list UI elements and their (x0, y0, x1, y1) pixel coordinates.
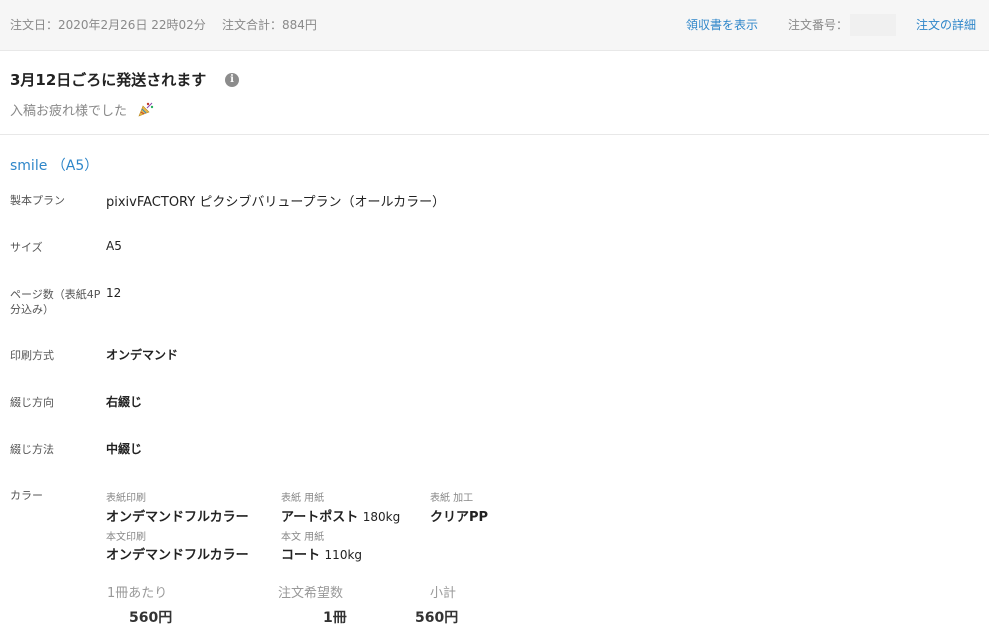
cover-paper-weight: 180kg (362, 510, 401, 524)
body-paper-weight: 110kg (324, 548, 363, 562)
cover-finish-label: 表紙 加工 (430, 493, 474, 504)
subtotal-value: 560円 (415, 610, 459, 626)
order-number-value (850, 14, 896, 36)
spec-label-print-method: 印刷方式 (10, 349, 54, 362)
info-icon[interactable]: i (225, 73, 239, 87)
cover-finish-value: クリアPP (430, 510, 489, 525)
body-print-label: 本文印刷 (106, 532, 146, 543)
quantity-label: 注文希望数 (278, 586, 344, 601)
spec-label-binding-direction: 綴じ方向 (10, 396, 54, 409)
spec-label-color: カラー (10, 489, 43, 502)
body-paper-name: コート (281, 548, 321, 563)
spec-label-binding-method: 綴じ方法 (10, 443, 54, 456)
order-date: 注文日：2020年2月26日 22時02分 (10, 18, 206, 32)
thanks-note: 入稿お疲れ様でした (10, 104, 128, 119)
cover-paper-value: アートポスト 180kg (281, 506, 400, 525)
spec-value-binding-method: 中綴じ (106, 442, 143, 456)
unit-price-value: 560円 (129, 610, 173, 626)
party-popper-icon (138, 102, 154, 117)
item-title-link[interactable]: smile （A5） (10, 155, 98, 175)
unit-price-label: 1冊あたり (107, 586, 168, 601)
spec-value-page-count: 12 (106, 286, 122, 300)
spec-label-size: サイズ (10, 241, 43, 254)
cover-paper-name: アートポスト (281, 510, 359, 525)
shipping-message: 3月12日ごろに発送されます (10, 71, 207, 89)
spec-value-size: A5 (106, 239, 122, 253)
receipt-link[interactable]: 領収書を表示 (686, 17, 758, 33)
quantity-value: 1冊 (323, 610, 347, 626)
section-divider (0, 134, 989, 135)
spec-value-binding-direction: 右綴じ (106, 395, 143, 409)
order-total: 注文合計：884円 (222, 18, 317, 32)
spec-label-binding-plan: 製本プラン (10, 194, 65, 207)
cover-print-label: 表紙印刷 (106, 493, 146, 504)
order-header-bar: 注文日：2020年2月26日 22時02分 注文合計：884円 領収書を表示 注… (0, 0, 989, 51)
body-paper-value: コート 110kg (281, 544, 362, 563)
spec-value-binding-plan: pixivFACTORY ピクシブバリュープラン（オールカラー） (106, 195, 446, 210)
body-paper-label: 本文 用紙 (281, 532, 325, 543)
cover-print-value: オンデマンドフルカラー (106, 510, 249, 525)
spec-value-print-method: オンデマンド (106, 348, 179, 362)
spec-label-page-count: ページ数（表紙4P分込み） (10, 288, 101, 316)
order-number-label: 注文番号： (788, 18, 849, 32)
order-detail-link[interactable]: 注文の詳細 (916, 17, 976, 33)
body-print-value: オンデマンドフルカラー (106, 548, 249, 563)
cover-paper-label: 表紙 用紙 (281, 493, 325, 504)
subtotal-label: 小計 (430, 586, 457, 601)
